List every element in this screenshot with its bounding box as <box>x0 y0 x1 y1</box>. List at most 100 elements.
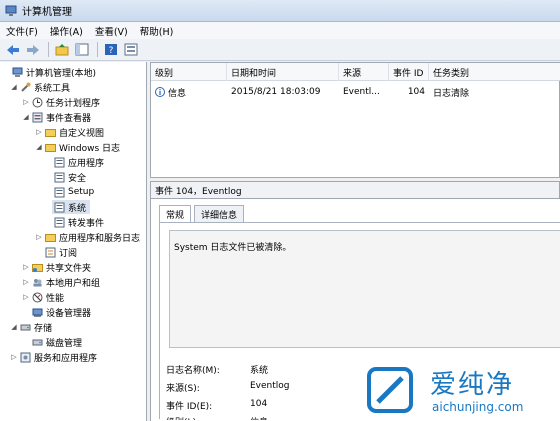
tree-item-app-services-logs[interactable]: ▷ 应用程序和服务日志 <box>35 230 140 244</box>
cell-level: 信息 <box>151 84 227 100</box>
tree-item-custom-views[interactable]: ▷ 自定义视图 <box>35 125 104 139</box>
tree-item-system-tools[interactable]: ◢ 系统工具 <box>10 80 70 94</box>
tree-item-shared-folders[interactable]: ▷ 共享文件夹 <box>22 260 91 274</box>
navigation-tree: 计算机管理(本地) ◢ 系统工具 ▷ 任务计划程序 ◢ 事件查看器 ▷ 自定义视… <box>0 62 147 421</box>
help-icon[interactable]: ? <box>102 41 119 58</box>
users-icon <box>32 277 43 288</box>
menu-view[interactable]: 查看(V) <box>95 24 128 38</box>
expanded-arrow-icon[interactable]: ◢ <box>10 83 18 91</box>
tree-item-application[interactable]: 应用程序 <box>52 155 104 169</box>
tree-item-task-scheduler[interactable]: ▷ 任务计划程序 <box>22 95 100 109</box>
tree-item-security[interactable]: 安全 <box>52 170 86 184</box>
expanded-arrow-icon[interactable]: ◢ <box>10 323 18 331</box>
watermark: 爱纯净 aichunjing.com <box>360 360 560 421</box>
table-row[interactable]: 信息 2015/8/21 18:03:09 Eventl... 104 日志清除 <box>151 84 560 100</box>
property-value-event-id: 104 <box>250 399 268 409</box>
expanded-arrow-icon[interactable]: ◢ <box>35 143 43 151</box>
device-manager-icon <box>32 307 43 318</box>
level-text: 信息 <box>168 88 187 99</box>
column-header-task-category[interactable]: 任务类别 <box>429 63 560 81</box>
tree-item-label: 系统 <box>68 203 87 214</box>
property-label-log-name: 日志名称(M): <box>166 366 220 376</box>
tree-item-services-applications[interactable]: ▷ 服务和应用程序 <box>10 350 97 364</box>
services-icon <box>20 352 31 363</box>
tree-item-label: 本地用户和组 <box>46 278 101 289</box>
tab-general[interactable]: 常规 <box>159 205 192 222</box>
up-folder-icon[interactable] <box>53 41 70 58</box>
tree-item-windows-logs[interactable]: ◢ Windows 日志 <box>35 140 120 154</box>
collapsed-arrow-icon[interactable]: ▷ <box>22 293 30 301</box>
folder-icon <box>45 232 56 243</box>
log-icon <box>54 172 65 183</box>
tree-item-label: 任务计划程序 <box>46 98 101 109</box>
tree-item-setup[interactable]: Setup <box>52 185 94 199</box>
subscription-icon <box>45 247 56 258</box>
property-label-level: 级别(L): <box>166 415 199 420</box>
tree-item-label: 系统工具 <box>34 83 71 94</box>
tree-item-label: 服务和应用程序 <box>34 353 98 364</box>
toolbar-separator <box>97 42 98 57</box>
computer-management-icon <box>5 5 17 17</box>
menu-bar: 文件(F) 操作(A) 查看(V) 帮助(H) <box>0 22 560 39</box>
property-value-source: Eventlog <box>250 381 290 391</box>
column-header-source[interactable]: 来源 <box>339 63 389 81</box>
menu-help[interactable]: 帮助(H) <box>140 24 174 38</box>
tree-item-label: 性能 <box>46 293 65 304</box>
tree-item-disk-management[interactable]: 磁盘管理 <box>30 335 82 349</box>
tree-item-system-selected[interactable]: 系统 <box>52 200 91 214</box>
tree-item-label: 转发事件 <box>68 218 105 229</box>
disk-icon <box>32 337 43 348</box>
collapsed-arrow-icon[interactable]: ▷ <box>10 353 18 361</box>
shared-folder-icon <box>32 262 43 273</box>
toolbar-separator <box>48 42 49 57</box>
tree-item-event-viewer[interactable]: ◢ 事件查看器 <box>22 110 91 124</box>
svg-text:?: ? <box>108 46 113 56</box>
tree-item-device-manager[interactable]: 设备管理器 <box>30 305 91 319</box>
tree-item-label: 应用程序 <box>68 158 105 169</box>
tree-item-label: 计算机管理(本地) <box>26 68 97 79</box>
property-value-level: 信息 <box>250 415 268 420</box>
column-header-level[interactable]: 级别 <box>151 63 227 81</box>
tree-item-storage[interactable]: ◢ 存储 <box>10 320 52 334</box>
tree-item-forwarded-events[interactable]: 转发事件 <box>52 215 104 229</box>
tree-item-performance[interactable]: ▷ 性能 <box>22 290 64 304</box>
tree-item-label: 存储 <box>34 323 53 334</box>
show-hide-tree-icon[interactable] <box>73 41 90 58</box>
tree-item-subscriptions[interactable]: 订阅 <box>43 245 77 259</box>
back-arrow-icon[interactable] <box>4 41 21 58</box>
folder-icon <box>45 127 56 138</box>
clock-icon <box>32 97 43 108</box>
event-list: 级别 日期和时间 来源 事件 ID 任务类别 信息 2015/8/21 18:0… <box>150 62 560 178</box>
tree-item-label: 设备管理器 <box>46 308 92 319</box>
column-header-datetime[interactable]: 日期和时间 <box>227 63 339 81</box>
tab-details[interactable]: 详细信息 <box>194 205 245 222</box>
collapsed-arrow-icon[interactable]: ▷ <box>22 278 30 286</box>
collapsed-arrow-icon[interactable]: ▷ <box>35 128 43 136</box>
tree-item-label: 共享文件夹 <box>46 263 92 274</box>
properties-icon[interactable] <box>122 41 139 58</box>
menu-action[interactable]: 操作(A) <box>50 24 83 38</box>
tree-item-computer-management[interactable]: 计算机管理(本地) <box>2 65 96 79</box>
title-bar: 计算机管理 <box>0 0 560 22</box>
collapsed-arrow-icon[interactable]: ▷ <box>22 263 30 271</box>
expanded-arrow-icon[interactable]: ◢ <box>22 113 30 121</box>
property-value-log-name: 系统 <box>250 366 269 376</box>
column-header-event-id[interactable]: 事件 ID <box>389 63 429 81</box>
log-icon <box>54 187 65 198</box>
event-description[interactable]: System 日志文件已被清除。 <box>169 230 560 348</box>
tree-item-label: 订阅 <box>59 248 78 259</box>
folder-icon <box>45 142 56 153</box>
toolbar: ? <box>0 39 560 61</box>
tree-item-local-users-groups[interactable]: ▷ 本地用户和组 <box>22 275 100 289</box>
collapsed-arrow-icon[interactable]: ▷ <box>35 233 43 241</box>
menu-file[interactable]: 文件(F) <box>6 24 38 38</box>
tree-item-label: 自定义视图 <box>59 128 105 139</box>
cell-task-category: 日志清除 <box>433 88 470 99</box>
tools-icon <box>20 82 31 93</box>
collapsed-arrow-icon[interactable]: ▷ <box>22 98 30 106</box>
forward-arrow-icon[interactable] <box>24 41 41 58</box>
tree-item-label: Windows 日志 <box>59 143 121 154</box>
event-detail-title: 事件 104，Eventlog <box>150 181 560 199</box>
cell-datetime: 2015/8/21 18:03:09 <box>231 87 321 97</box>
property-label-source: 来源(S): <box>166 384 200 394</box>
